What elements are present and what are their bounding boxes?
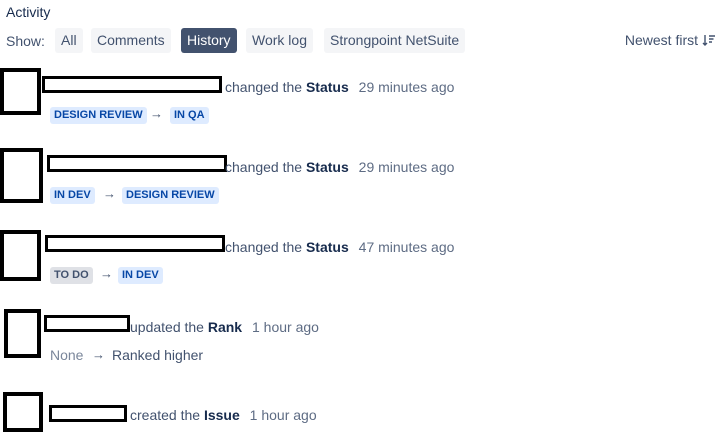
sort-descending-icon (702, 35, 715, 46)
user-name-redacted[interactable] (44, 315, 130, 332)
changed-field: Status (305, 239, 349, 255)
entry-time[interactable]: 29 minutes ago (359, 159, 455, 175)
entry-time[interactable]: 29 minutes ago (359, 79, 455, 95)
entry-summary: created the Issue 1 hour ago (130, 407, 317, 423)
activity-title: Activity (6, 4, 51, 20)
status-to-lozenge: DESIGN REVIEW (122, 187, 219, 204)
entry-summary: changed the Status 29 minutes ago (225, 79, 455, 95)
filter-history-button[interactable]: History (181, 28, 237, 53)
user-name-redacted[interactable] (49, 405, 127, 422)
sort-label: Newest first (624, 32, 698, 48)
status-to-lozenge: IN DEV (118, 267, 163, 284)
rank-from-value: None (50, 347, 84, 363)
entry-time[interactable]: 1 hour ago (250, 407, 317, 423)
entry-time[interactable]: 47 minutes ago (359, 239, 455, 255)
user-avatar[interactable] (3, 392, 43, 432)
status-from-lozenge: DESIGN REVIEW (50, 107, 147, 124)
entry-summary: changed the Status 29 minutes ago (225, 159, 455, 175)
arrow-icon: → (150, 106, 163, 121)
show-label: Show: (6, 33, 45, 49)
changed-field: Status (305, 159, 349, 175)
filter-worklog-button[interactable]: Work log (246, 28, 313, 53)
status-from-lozenge: TO DO (50, 267, 93, 284)
user-name-redacted[interactable] (45, 235, 225, 252)
user-name-redacted[interactable] (42, 76, 222, 93)
filter-strongpoint-button[interactable]: Strongpoint NetSuite (324, 28, 466, 53)
filter-comments-button[interactable]: Comments (91, 28, 171, 53)
entry-summary: changed the Status 47 minutes ago (225, 239, 455, 255)
changed-field: Issue (203, 407, 240, 423)
user-avatar[interactable] (4, 309, 41, 358)
arrow-icon: → (103, 186, 116, 201)
status-from-lozenge: IN DEV (50, 187, 95, 204)
status-to-lozenge: IN QA (170, 107, 209, 124)
user-avatar[interactable] (0, 68, 41, 115)
changed-field: Status (305, 79, 349, 95)
user-name-redacted[interactable] (47, 155, 227, 172)
arrow-icon: → (92, 347, 105, 362)
show-filter-bar: Show: All Comments History Work log Stro… (6, 28, 718, 53)
rank-to-value: Ranked higher (112, 347, 204, 363)
changed-field: Rank (207, 319, 243, 335)
arrow-icon: → (100, 266, 113, 281)
user-avatar[interactable] (0, 230, 41, 281)
entry-summary: updated the Rank 1 hour ago (130, 319, 319, 335)
sort-order-button[interactable]: Newest first (625, 32, 716, 48)
user-avatar[interactable] (0, 148, 43, 203)
filter-all-button[interactable]: All (55, 28, 83, 53)
entry-time[interactable]: 1 hour ago (252, 319, 319, 335)
